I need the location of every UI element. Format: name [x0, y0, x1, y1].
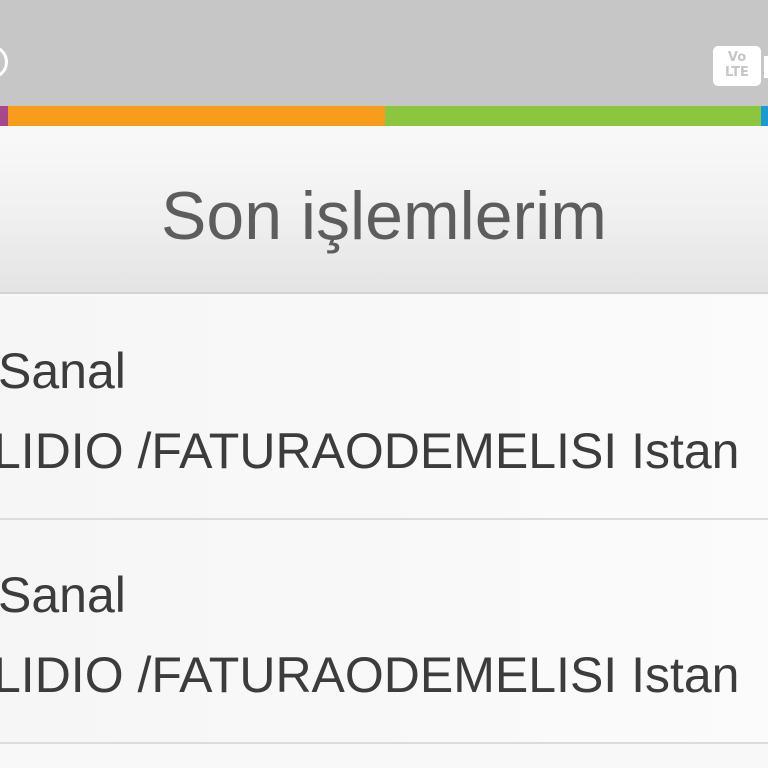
page-title: Son işlemlerim: [161, 178, 607, 254]
stripe-segment-purple: [0, 106, 8, 126]
transaction-list: Sanal LIDIO /FATURAODEMELISI Istan Sanal…: [0, 296, 768, 744]
stripe-segment-blue: [761, 106, 768, 126]
battery-edge-icon: [764, 56, 768, 78]
transaction-list-item[interactable]: Sanal LIDIO /FATURAODEMELISI Istan: [0, 520, 768, 744]
transaction-merchant: LIDIO /FATURAODEMELISI Istan: [0, 647, 740, 703]
app-screen: Vo LTE Son işlemlerim Sanal LIDIO /FATUR…: [0, 0, 768, 768]
volte-badge: Vo LTE: [713, 46, 761, 86]
transaction-merchant: LIDIO /FATURAODEMELISI Istan: [0, 423, 740, 479]
status-bar: Vo LTE: [0, 0, 768, 106]
page-header: Son işlemlerim: [0, 126, 768, 294]
transaction-type: Sanal: [0, 567, 126, 623]
volte-badge-line-2: LTE: [725, 65, 749, 80]
transaction-type: Sanal: [0, 343, 126, 399]
brand-color-stripe: [0, 106, 768, 126]
stripe-segment-orange: [8, 106, 385, 126]
status-circle-icon: [0, 45, 8, 79]
transaction-list-item[interactable]: Sanal LIDIO /FATURAODEMELISI Istan: [0, 296, 768, 520]
stripe-segment-green: [385, 106, 761, 126]
volte-badge-line-1: Vo: [727, 50, 747, 65]
